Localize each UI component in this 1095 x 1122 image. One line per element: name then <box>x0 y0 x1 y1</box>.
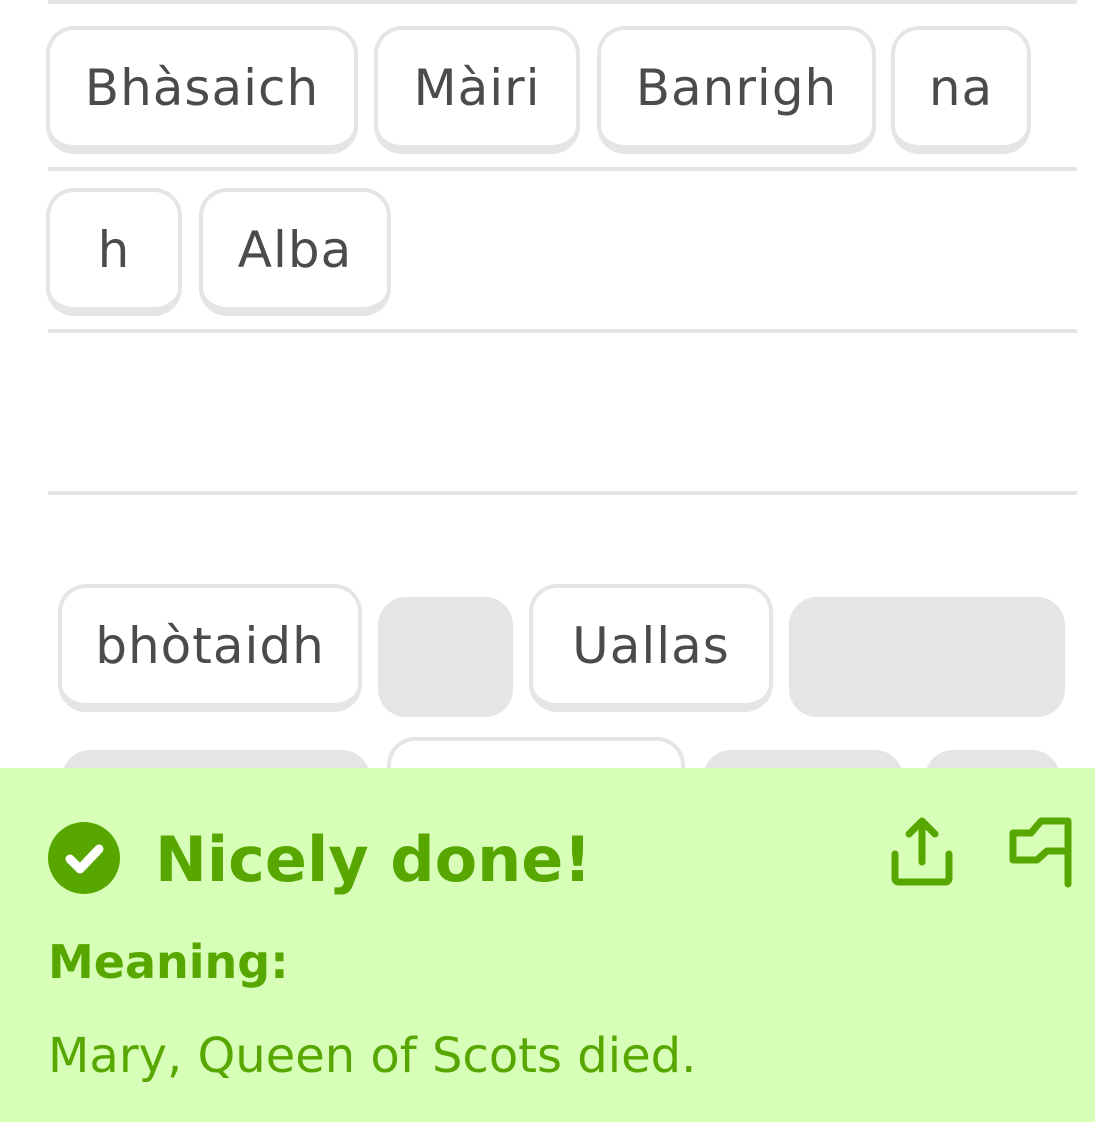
meaning-text: Mary, Queen of Scots died. <box>48 1028 697 1084</box>
flag-icon[interactable] <box>1004 812 1084 892</box>
word-bank-empty-slot <box>789 597 1065 717</box>
word-bank-tile[interactable]: Uallas <box>529 584 773 712</box>
answer-line <box>48 491 1077 495</box>
answer-line <box>48 167 1077 171</box>
answer-tile[interactable]: na <box>891 26 1031 154</box>
check-circle-icon <box>48 822 120 894</box>
answer-line <box>48 329 1077 333</box>
answer-line-top <box>48 0 1077 4</box>
word-bank-tile[interactable]: bhòtaidh <box>58 584 362 712</box>
answer-tile[interactable]: Banrigh <box>597 26 876 154</box>
share-icon[interactable] <box>882 812 962 892</box>
answer-tile[interactable]: h <box>46 188 182 316</box>
answer-tile[interactable]: Alba <box>199 188 391 316</box>
answer-tile[interactable]: Bhàsaich <box>46 26 358 154</box>
feedback-title: Nicely done! <box>155 823 592 896</box>
meaning-label: Meaning: <box>48 935 289 989</box>
answer-tile[interactable]: Màiri <box>374 26 580 154</box>
word-bank-empty-slot <box>378 597 513 717</box>
